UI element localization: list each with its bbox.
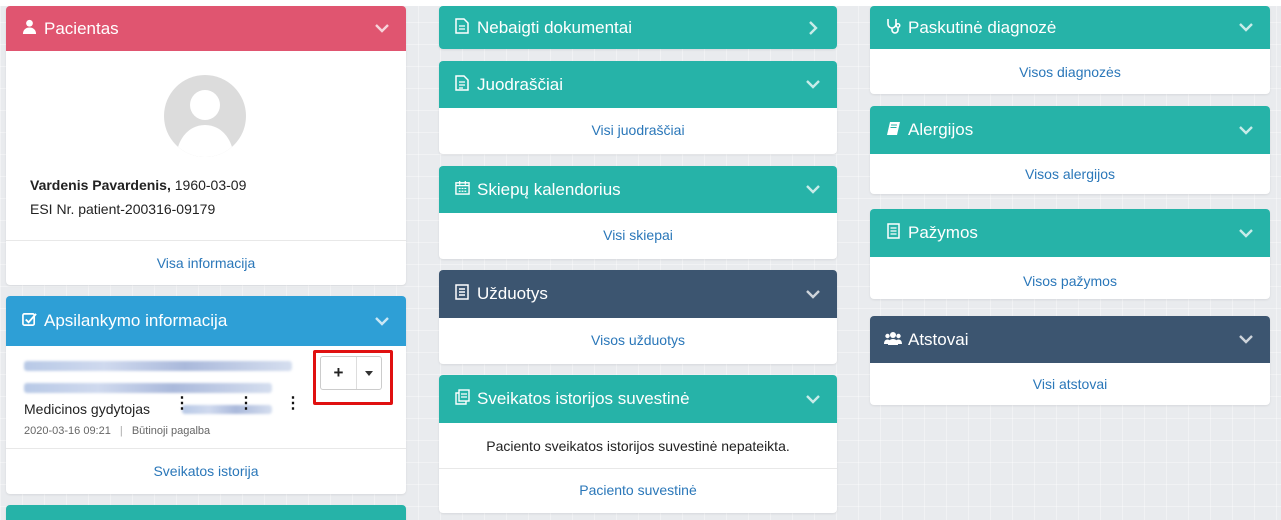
users-icon <box>884 331 902 349</box>
vaccines-title: Skiepų kalendorius <box>477 179 621 199</box>
all-tasks-link[interactable]: Visos užduotys <box>439 318 837 348</box>
chevron-down-icon[interactable] <box>1236 120 1256 140</box>
patient-panel-header[interactable]: Pacientas <box>6 6 406 51</box>
chevron-right-icon[interactable] <box>803 18 823 38</box>
caret-down-icon <box>365 370 373 376</box>
tasks-title: Užduotys <box>477 284 548 303</box>
divider <box>439 468 837 469</box>
diagnosis-header[interactable]: Paskutinė diagnozė <box>870 6 1270 49</box>
chevron-down-icon[interactable] <box>803 75 823 95</box>
unfinished-docs-panel: Nebaigti dokumentai <box>439 6 837 49</box>
avatar <box>164 75 246 157</box>
chevron-down-icon[interactable] <box>803 180 823 200</box>
visit-panel-header[interactable]: Apsilankymo informacija <box>6 296 406 346</box>
summary-header[interactable]: Sveikatos istorijos suvestinė <box>439 375 837 423</box>
certificates-panel: Pažymos Visos pažymos <box>870 209 1270 299</box>
drafts-title: Juodraščiai <box>477 74 563 94</box>
divider <box>6 240 406 241</box>
chevron-down-icon[interactable] <box>1236 330 1256 350</box>
drafts-panel: Juodraščiai Visi juodraščiai <box>439 61 837 154</box>
allergies-title: Alergijos <box>908 120 974 139</box>
vaccines-panel: Skiepų kalendorius Visi skiepai <box>439 166 837 259</box>
tasks-header[interactable]: Užduotys <box>439 270 837 318</box>
stethoscope-icon <box>884 18 902 38</box>
all-drafts-link[interactable]: Visi juodraščiai <box>439 108 837 138</box>
visit-panel: Apsilankymo informacija Medicinos gydyto… <box>6 296 406 494</box>
doctor-line: Medicinos gydytojas <box>24 401 150 417</box>
next-panel-header[interactable] <box>6 505 406 520</box>
dropdown-toggle-button[interactable] <box>357 357 381 389</box>
dots-marker: ⋮ <box>174 395 190 412</box>
patient-summary-link[interactable]: Paciento suvestinė <box>439 482 837 498</box>
patient-esi: ESI Nr. patient-200316-09179 <box>30 201 216 217</box>
visit-date: 2020-03-16 09:21 <box>24 425 111 437</box>
calendar-icon <box>453 180 471 199</box>
diagnosis-title: Paskutinė diagnozė <box>908 17 1057 37</box>
health-history-link[interactable]: Sveikatos istorija <box>6 463 406 479</box>
representatives-panel: Atstovai Visi atstovai <box>870 316 1270 405</box>
all-diagnoses-link[interactable]: Visos diagnozės <box>870 49 1270 80</box>
patient-all-info-link[interactable]: Visa informacija <box>6 255 406 271</box>
dots-marker: ⋮ <box>285 395 301 412</box>
add-button[interactable]: + <box>321 357 357 389</box>
draft-icon <box>453 74 471 95</box>
doctor-name-redacted <box>182 405 272 414</box>
drafts-header[interactable]: Juodraščiai <box>439 61 837 108</box>
doctor-label: Medicinos gydytojas <box>24 401 151 417</box>
chevron-down-icon[interactable] <box>803 389 823 409</box>
all-representatives-link[interactable]: Visi atstovai <box>870 363 1270 392</box>
institution-name-redacted <box>24 383 272 393</box>
user-icon <box>20 19 38 38</box>
allergies-header[interactable]: Alergijos <box>870 106 1270 154</box>
patient-panel: Pacientas Vardenis Pavardenis, 1960-03-0… <box>6 6 406 285</box>
institution-name-redacted <box>24 361 292 371</box>
patient-name-line: Vardenis Pavardenis, 1960-03-09 <box>30 177 246 193</box>
certificates-header[interactable]: Pažymos <box>870 209 1270 257</box>
unfinished-docs-header[interactable]: Nebaigti dokumentai <box>439 6 837 49</box>
document-icon <box>453 17 471 38</box>
visit-meta: 2020-03-16 09:21 | Būtinoji pagalba <box>24 425 210 437</box>
copy-icon <box>453 389 471 409</box>
certificate-icon <box>884 223 902 243</box>
list-icon <box>453 284 471 304</box>
summary-title: Sveikatos istorijos suvestinė <box>477 389 690 408</box>
vaccines-header[interactable]: Skiepų kalendorius <box>439 166 837 213</box>
representatives-header[interactable]: Atstovai <box>870 316 1270 363</box>
patient-birth-date: 1960-03-09 <box>174 177 247 193</box>
checkbox-icon <box>20 312 38 331</box>
summary-message: Paciento sveikatos istorijos suvestinė n… <box>486 438 790 454</box>
chevron-down-icon[interactable] <box>1236 18 1256 38</box>
patient-name: Vardenis Pavardenis, <box>30 177 171 193</box>
chevron-down-icon[interactable] <box>1236 223 1256 243</box>
chevron-down-icon[interactable] <box>372 311 392 331</box>
chevron-down-icon[interactable] <box>803 284 823 304</box>
all-allergies-link[interactable]: Visos alergijos <box>870 154 1270 182</box>
unfinished-docs-title: Nebaigti dokumentai <box>477 17 632 37</box>
divider <box>6 448 406 449</box>
book-icon <box>884 121 902 140</box>
all-vaccines-link[interactable]: Visi skiepai <box>439 213 837 243</box>
visit-panel-title: Apsilankymo informacija <box>44 311 228 330</box>
add-action-button-group: + <box>320 356 382 390</box>
summary-panel: Sveikatos istorijos suvestinė Paciento s… <box>439 375 837 513</box>
certificates-title: Pažymos <box>908 223 978 242</box>
allergies-panel: Alergijos Visos alergijos <box>870 106 1270 194</box>
patient-panel-title: Pacientas <box>44 18 119 38</box>
visit-type: Būtinoji pagalba <box>131 425 211 437</box>
representatives-title: Atstovai <box>908 329 969 349</box>
all-certificates-link[interactable]: Visos pažymos <box>870 257 1270 289</box>
diagnosis-panel: Paskutinė diagnozė Visos diagnozės <box>870 6 1270 94</box>
separator: | <box>119 425 123 437</box>
dots-marker: ⋮ <box>238 395 254 412</box>
chevron-down-icon[interactable] <box>372 19 392 39</box>
tasks-panel: Užduotys Visos užduotys <box>439 270 837 364</box>
